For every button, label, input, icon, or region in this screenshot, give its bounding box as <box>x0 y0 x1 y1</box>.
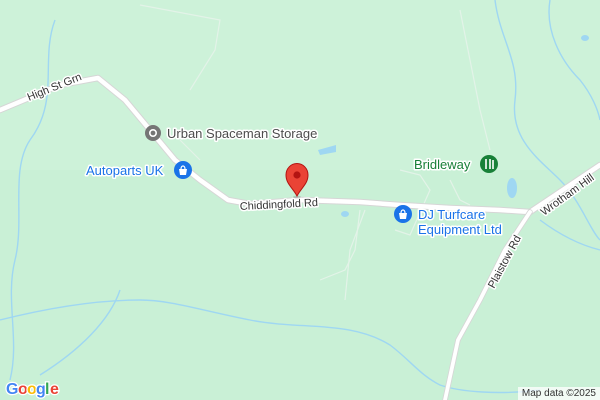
poi-label-urban-spaceman-storage: Urban Spaceman Storage <box>167 126 317 141</box>
google-logo: G o o g l e <box>5 380 61 400</box>
poi-label-dj-turfcare-line2: Equipment Ltd <box>418 222 502 237</box>
google-logo-letter-5: l <box>45 381 49 398</box>
storage-icon <box>145 125 161 141</box>
poi-label-dj-turfcare-line1: DJ Turfcare <box>418 207 485 222</box>
poi-bridleway[interactable]: Bridleway <box>413 155 498 174</box>
map-attribution[interactable]: Map data ©2025 <box>517 387 600 400</box>
google-logo-letter-6: e <box>50 381 59 398</box>
map-pin-dot <box>293 171 301 179</box>
pond-3 <box>341 211 349 217</box>
pond-4 <box>581 35 589 41</box>
land-area-north <box>0 0 600 170</box>
shopping-bag-icon-glyph <box>399 213 407 219</box>
hiking-icon <box>480 155 498 173</box>
poi-label-bridleway: Bridleway <box>414 157 471 172</box>
poi-label-autoparts-uk: Autoparts UK <box>86 163 164 178</box>
shopping-bag-icon-glyph <box>179 169 187 175</box>
pond-2 <box>507 178 517 198</box>
google-logo-letter-1: G <box>6 381 18 398</box>
map-canvas[interactable]: High St Grn Chiddingfold Rd Plaistow Rd … <box>0 0 600 400</box>
poi-urban-spaceman-storage[interactable]: Urban Spaceman Storage <box>145 125 319 143</box>
